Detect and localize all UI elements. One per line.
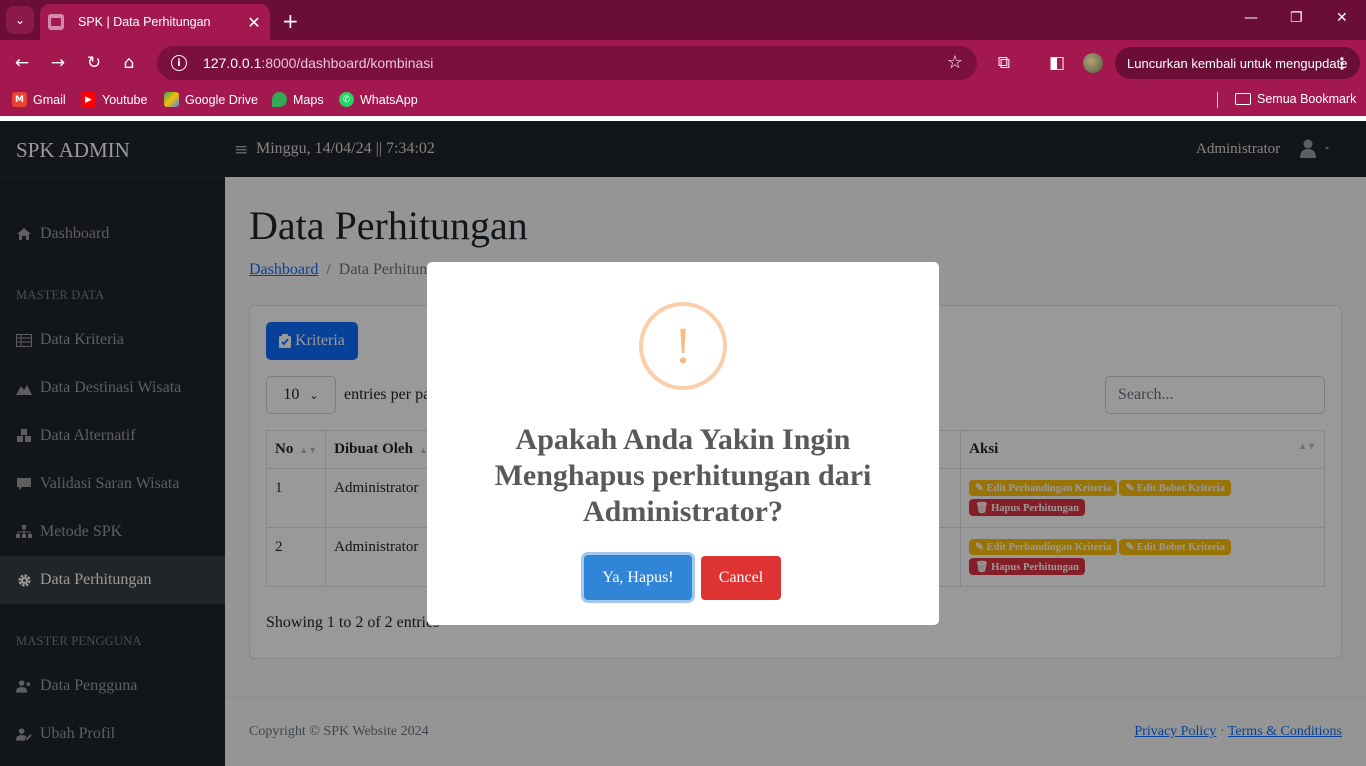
folder-icon [1235, 93, 1251, 105]
bookmark-maps[interactable]: Maps [272, 92, 324, 107]
favicon-icon [48, 14, 64, 30]
reload-icon[interactable]: ↻ [83, 52, 105, 74]
confirm-delete-dialog: ! Apakah Anda Yakin Ingin Menghapus perh… [427, 262, 939, 625]
warning-icon: ! [639, 302, 727, 390]
google-drive-icon [164, 92, 179, 107]
confirm-delete-button[interactable]: Ya, Hapus! [584, 555, 692, 600]
bookmark-label: Youtube [102, 92, 148, 107]
relaunch-update-button[interactable]: Luncurkan kembali untuk mengupdate ⋮ [1115, 47, 1360, 79]
url-host: 127.0.0.1 [203, 55, 262, 71]
bookmarks-bar: M Gmail ▶ Youtube Google Drive Maps ✆ Wh… [0, 86, 1366, 116]
relaunch-update-label: Luncurkan kembali untuk mengupdate [1127, 55, 1348, 71]
tab-close-icon[interactable]: ✕ [246, 13, 262, 32]
bookmark-youtube[interactable]: ▶ Youtube [81, 92, 147, 107]
address-bar[interactable]: i 127.0.0.1:8000/dashboard/kombinasi ☆ [157, 46, 977, 80]
minimize-icon[interactable]: — [1244, 10, 1258, 26]
dialog-title: Apakah Anda Yakin Ingin Menghapus perhit… [494, 423, 872, 528]
menu-dots-icon: ⋮ [1334, 53, 1350, 73]
home-icon[interactable]: ⌂ [118, 52, 140, 74]
back-icon[interactable]: ← [11, 52, 33, 74]
all-bookmarks-label: Semua Bookmark [1257, 92, 1357, 106]
bookmark-whatsapp[interactable]: ✆ WhatsApp [339, 92, 418, 107]
bookmark-label: WhatsApp [360, 92, 418, 107]
all-bookmarks[interactable]: Semua Bookmark [1235, 92, 1356, 106]
bookmark-label: Gmail [33, 92, 66, 107]
tab-search-chevron-icon[interactable]: ⌄ [6, 6, 34, 34]
bookmark-google-drive[interactable]: Google Drive [164, 92, 258, 107]
youtube-icon: ▶ [81, 92, 96, 107]
window-close-icon[interactable]: ✕ [1336, 10, 1348, 26]
new-tab-icon[interactable]: + [282, 9, 299, 33]
forward-icon[interactable]: → [47, 52, 69, 74]
bookmark-gmail[interactable]: M Gmail [12, 92, 66, 107]
browser-toolbar: ← → ↻ ⌂ i 127.0.0.1:8000/dashboard/kombi… [0, 40, 1366, 86]
cancel-button[interactable]: Cancel [701, 556, 781, 600]
site-info-icon[interactable]: i [171, 55, 187, 71]
bookmark-star-icon[interactable]: ☆ [947, 52, 963, 73]
bookmarks-divider [1217, 92, 1218, 108]
gmail-icon: M [12, 92, 27, 107]
maps-pin-icon [272, 92, 287, 107]
whatsapp-icon: ✆ [339, 92, 354, 107]
profile-avatar[interactable] [1083, 53, 1103, 73]
extensions-icon[interactable]: ⧉ [993, 52, 1015, 74]
restore-icon[interactable]: ❐ [1290, 10, 1303, 26]
tab-title: SPK | Data Perhitungan [78, 15, 211, 29]
browser-tab[interactable]: SPK | Data Perhitungan ✕ [40, 4, 270, 40]
side-panel-icon[interactable]: ◧ [1046, 52, 1068, 74]
bookmark-label: Google Drive [185, 92, 258, 107]
url-path: :8000/dashboard/kombinasi [261, 55, 434, 71]
bookmark-label: Maps [293, 92, 324, 107]
browser-tab-strip: ⌄ SPK | Data Perhitungan ✕ + — ❐ ✕ [0, 0, 1366, 40]
